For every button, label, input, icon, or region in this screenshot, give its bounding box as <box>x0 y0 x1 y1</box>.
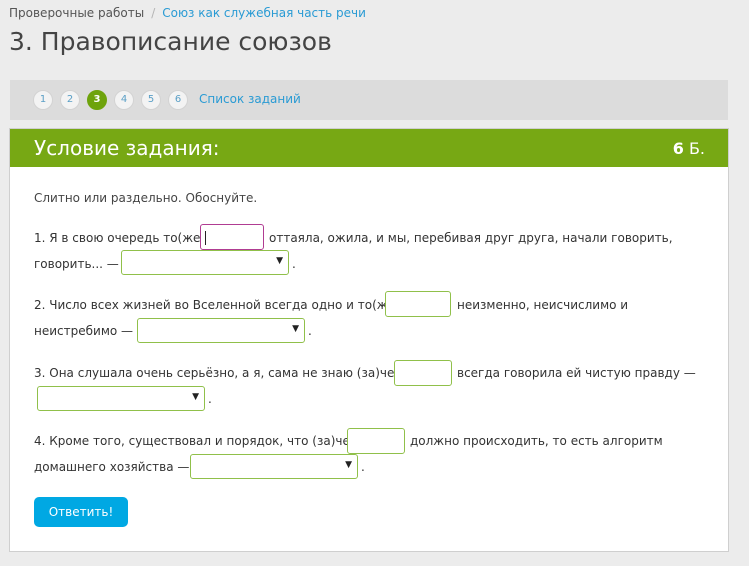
page-4-button[interactable]: 4 <box>114 90 134 110</box>
dropdown-arrow-icon: ▼ <box>292 324 299 334</box>
breadcrumb-separator: / <box>151 6 156 20</box>
dropdown-arrow-icon: ▼ <box>345 460 352 470</box>
dropdown-arrow-icon: ▼ <box>192 392 199 402</box>
item-2-text-before: 2. Число всех жизней во Вселенной всегда… <box>34 298 400 312</box>
submit-answer-button[interactable]: Ответить! <box>34 497 128 527</box>
item-4-end: . <box>361 460 365 474</box>
item-2-text-after: неизменно, неисчислимо и <box>457 298 629 312</box>
page-2-button[interactable]: 2 <box>60 90 80 110</box>
text-caret <box>205 231 206 245</box>
task-pager: 1 2 3 4 5 6 Список заданий <box>10 80 728 120</box>
score-badge: 6 Б. <box>673 139 705 158</box>
page-title: 3. Правописание союзов <box>9 27 332 56</box>
item-1-text-before: 1. Я в свою очередь то(же) <box>34 231 206 245</box>
item-1-text-after: оттаяла, ожила, и мы, перебивая друг дру… <box>269 231 673 245</box>
breadcrumb-root: Проверочные работы <box>9 6 145 20</box>
panel-header: Условие задания: 6 Б. <box>10 129 728 167</box>
task-list-link[interactable]: Список заданий <box>199 92 301 106</box>
score-value: 6 <box>672 139 684 158</box>
item-2-text-line2: неистребимо — <box>34 324 134 338</box>
item-3-text-before: 3. Она слушала очень серьёзно, а я, сама… <box>34 366 408 380</box>
item-4-text-before: 4. Кроме того, существовал и порядок, чт… <box>34 434 359 448</box>
item-2-answer-input[interactable] <box>385 291 451 317</box>
score-unit: Б. <box>688 139 705 158</box>
item-4-text-line2: домашнего хозяйства — <box>34 460 190 474</box>
item-4-reason-select[interactable]: ▼ <box>190 454 358 479</box>
item-4-text-after: должно происходить, то есть алгоритм <box>410 434 663 448</box>
item-1-end: . <box>292 257 296 271</box>
item-2-end: . <box>308 324 312 338</box>
page-1-button[interactable]: 1 <box>33 90 53 110</box>
item-1-text-line2: говорить... — <box>34 257 119 271</box>
breadcrumb-current-link[interactable]: Союз как служебная часть речи <box>162 6 366 20</box>
page-6-button[interactable]: 6 <box>168 90 188 110</box>
page-3-button-active[interactable]: 3 <box>87 90 107 110</box>
item-2-reason-select[interactable]: ▼ <box>137 318 305 343</box>
item-3-answer-input[interactable] <box>394 360 452 386</box>
item-1-answer-input[interactable] <box>200 224 264 250</box>
item-3-reason-select[interactable]: ▼ <box>37 386 205 411</box>
item-4-answer-input[interactable] <box>347 428 405 454</box>
breadcrumb: Проверочные работы / Союз как служебная ча… <box>9 6 366 20</box>
instruction-text: Слитно или раздельно. Обоснуйте. <box>34 191 258 205</box>
item-1-reason-select[interactable]: ▼ <box>121 250 289 275</box>
item-3-text-after: всегда говорила ей чистую правду — <box>457 366 696 380</box>
dropdown-arrow-icon: ▼ <box>276 256 283 266</box>
page-5-button[interactable]: 5 <box>141 90 161 110</box>
task-panel: Условие задания: 6 Б. Слитно или раздель… <box>9 128 729 552</box>
item-3-end: . <box>208 392 212 406</box>
panel-title: Условие задания: <box>34 136 220 160</box>
